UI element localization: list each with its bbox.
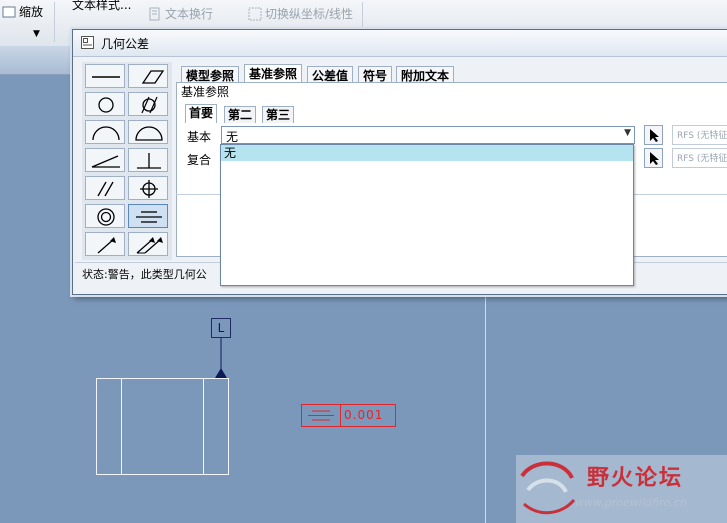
watermark-name: 野火论坛 [587,466,684,491]
surface-profile-button[interactable] [128,120,168,144]
basic-datum-value: 无 [226,130,239,144]
chevron-down-icon[interactable]: ▼ [624,128,631,138]
text-wrap-label: 文本换行 [165,7,214,21]
line-profile-button[interactable] [85,120,125,144]
datum-refs-group-label: 基准参照 [181,85,230,99]
subtab-primary[interactable]: 首要 [185,104,218,123]
composite-label: 复合 [187,153,212,167]
text-style-label: 文本样式... [72,0,132,12]
feature-control-frame[interactable]: 0.001 [301,404,396,427]
line-profile-icon [92,126,120,141]
tolerance-value: 0.001 [344,408,384,422]
position-button[interactable] [128,176,168,200]
circularity-icon [98,97,114,113]
datum-label-box[interactable]: L [211,318,231,338]
parallelism-button[interactable] [85,176,125,200]
part-edge-line [121,378,122,475]
datum-label: L [217,321,225,335]
parallelism-icon [97,181,114,197]
circularity-button[interactable] [85,92,125,116]
toggle-ordinate-icon [248,7,262,21]
zoom-button[interactable]: 缩放 [2,4,43,20]
composite-rfs-field[interactable]: RFS (无特征) [672,148,727,168]
zoom-icon [2,5,16,19]
subtab-secondary[interactable]: 第二 [224,106,257,123]
composite-select-button[interactable] [644,148,663,168]
straightness-button[interactable] [85,64,125,88]
circular-runout-button[interactable] [85,232,125,256]
subtab-tertiary[interactable]: 第三 [262,106,295,123]
part-edge-line [203,378,204,475]
symmetry-icon [308,410,334,421]
symmetry-icon [136,211,162,223]
watermark-url: www.proewildfire.cn [575,496,687,509]
basic-select-button[interactable] [644,125,663,145]
toggle-ordinate-label: 切换纵坐标/线性 [265,7,354,21]
position-icon [140,180,158,198]
dialog-title: 几何公差 [101,37,150,51]
flatness-button[interactable] [128,64,168,88]
basic-rfs-field[interactable]: RFS (无特征) [672,125,727,145]
toggle-ordinate-button[interactable]: 切换纵坐标/线性 [248,6,353,22]
angularity-icon [91,155,120,168]
tab-datum-refs[interactable]: 基准参照 [244,64,303,84]
basic-label: 基本 [187,130,212,144]
cursor-arrow-icon [650,129,659,142]
symmetry-button[interactable] [128,204,168,228]
zoom-dropdown-arrow[interactable]: ▼ [33,26,40,42]
surface-profile-icon [135,126,163,141]
basic-datum-dropdown-list[interactable]: 无 [220,144,634,286]
perpendicularity-icon [137,153,161,169]
flatness-icon [141,70,165,84]
circular-runout-icon [97,237,116,254]
cylindricity-icon [141,96,158,114]
cursor-arrow-icon [650,152,659,165]
total-runout-button[interactable] [128,232,168,256]
dialog-titlebar[interactable]: 几何公差 [73,30,727,57]
dropdown-option-none[interactable]: 无 [221,145,633,161]
cylindricity-button[interactable] [128,92,168,116]
straightness-icon [92,76,120,78]
text-wrap-icon [148,7,162,21]
datum-leader [215,338,227,378]
dialog-app-icon [81,36,94,49]
fcf-symbol-cell [302,405,341,426]
watermark-logo-icon [520,461,576,515]
basic-datum-combo[interactable]: 无 ▼ [221,126,635,144]
symbol-palette [82,62,172,260]
concentricity-icon [97,208,115,226]
part-view-rectangle[interactable] [96,378,229,475]
perpendicularity-button[interactable] [128,148,168,172]
concentricity-button[interactable] [85,204,125,228]
total-runout-icon [136,237,163,254]
angularity-button[interactable] [85,148,125,172]
text-wrap-button[interactable]: 文本换行 [148,6,213,22]
text-style-button[interactable]: 文本样式... [72,0,131,13]
zoom-label: 缩放 [19,5,44,19]
